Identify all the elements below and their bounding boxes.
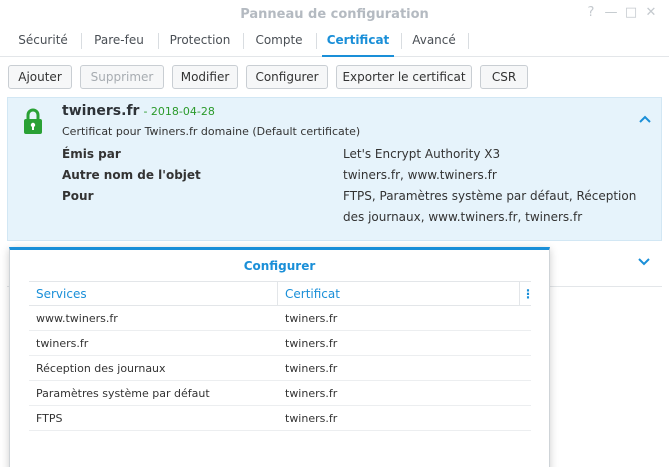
table-row[interactable]: Réception des journaux twiners.fr xyxy=(29,356,531,381)
tab-separator xyxy=(401,33,402,49)
tab-protection[interactable]: Protection xyxy=(164,33,236,57)
tab-separator xyxy=(243,33,244,49)
certificate-cell[interactable]: twiners.fr xyxy=(285,412,337,425)
for-label: Pour xyxy=(62,189,94,203)
services-grid: Services Certificat ⋮ www.twiners.fr twi… xyxy=(29,281,534,431)
grid-header: Services Certificat ⋮ xyxy=(29,281,534,306)
configure-button[interactable]: Configurer xyxy=(246,65,328,89)
close-icon[interactable]: ✕ xyxy=(643,5,659,20)
issued-by-label: Émis par xyxy=(62,147,121,161)
window-title: Panneau de configuration xyxy=(240,7,429,22)
add-button[interactable]: Ajouter xyxy=(8,65,72,89)
chevron-down-icon[interactable] xyxy=(638,257,650,267)
service-cell: FTPS xyxy=(36,412,63,425)
minimize-icon[interactable]: — xyxy=(603,5,619,20)
delete-button[interactable]: Supprimer xyxy=(80,65,164,89)
table-row[interactable]: FTPS twiners.fr xyxy=(29,406,531,431)
lock-icon xyxy=(24,108,42,134)
service-cell: Réception des journaux xyxy=(36,362,166,375)
certificate-date: - 2018-04-28 xyxy=(143,105,215,118)
column-header-certificate[interactable]: Certificat xyxy=(285,287,340,301)
dialog-title: Configurer xyxy=(243,259,316,273)
certificate-cell[interactable]: twiners.fr xyxy=(285,312,337,325)
more-vertical-icon[interactable]: ⋮ xyxy=(522,287,534,301)
table-row[interactable]: Paramètres système par défaut twiners.fr xyxy=(29,381,531,406)
configure-dialog: Configurer Services Certificat ⋮ www.twi… xyxy=(9,247,550,467)
for-value: FTPS, Paramètres système par défaut, Réc… xyxy=(343,189,637,224)
help-icon[interactable]: ? xyxy=(583,5,599,20)
tab-compte[interactable]: Compte xyxy=(249,33,309,57)
issued-by-value: Let's Encrypt Authority X3 xyxy=(343,147,501,161)
alt-name-label: Autre nom de l'objet xyxy=(62,168,201,182)
tab-pare-feu[interactable]: Pare-feu xyxy=(88,33,150,57)
certificate-name-text: twiners.fr xyxy=(62,103,140,119)
certificate-description: Certificat pour Twiners.fr domaine (Defa… xyxy=(62,125,361,138)
tab-avance[interactable]: Avancé xyxy=(407,33,461,57)
service-cell: twiners.fr xyxy=(36,337,89,350)
table-row[interactable]: twiners.fr twiners.fr xyxy=(29,331,531,356)
service-cell: Paramètres système par défaut xyxy=(36,387,210,400)
certificate-cell[interactable]: twiners.fr xyxy=(285,387,337,400)
csr-button[interactable]: CSR xyxy=(480,65,528,89)
edit-button[interactable]: Modifier xyxy=(172,65,238,89)
certificate-item-selected[interactable]: twiners.fr - 2018-04-28 Certificat pour T… xyxy=(7,97,662,241)
toolbar: Ajouter Supprimer Modifier Configurer Ex… xyxy=(0,57,669,97)
service-cell: www.twiners.fr xyxy=(36,312,118,325)
certificate-cell[interactable]: twiners.fr xyxy=(285,337,337,350)
title-bar: Panneau de configuration ? — □ ✕ xyxy=(0,0,669,27)
column-separator xyxy=(277,282,278,306)
tab-separator xyxy=(468,33,469,49)
export-certificate-button[interactable]: Exporter le certificat xyxy=(336,65,472,89)
maximize-icon[interactable]: □ xyxy=(623,5,639,20)
tab-separator xyxy=(81,33,82,49)
tab-separator xyxy=(158,33,159,49)
tab-separator xyxy=(316,33,317,49)
table-row[interactable]: www.twiners.fr twiners.fr xyxy=(29,306,531,331)
certificate-cell[interactable]: twiners.fr xyxy=(285,362,337,375)
alt-name-value: twiners.fr, www.twiners.fr xyxy=(343,168,497,182)
tab-bar: Sécurité Pare-feu Protection Compte Cert… xyxy=(0,27,669,57)
tab-securite[interactable]: Sécurité xyxy=(12,33,74,57)
chevron-up-icon[interactable] xyxy=(639,114,651,124)
column-header-services[interactable]: Services xyxy=(36,287,87,301)
tab-certificat[interactable]: Certificat xyxy=(322,33,394,57)
certificate-name: twiners.fr - 2018-04-28 xyxy=(62,103,215,119)
column-separator xyxy=(519,282,520,306)
